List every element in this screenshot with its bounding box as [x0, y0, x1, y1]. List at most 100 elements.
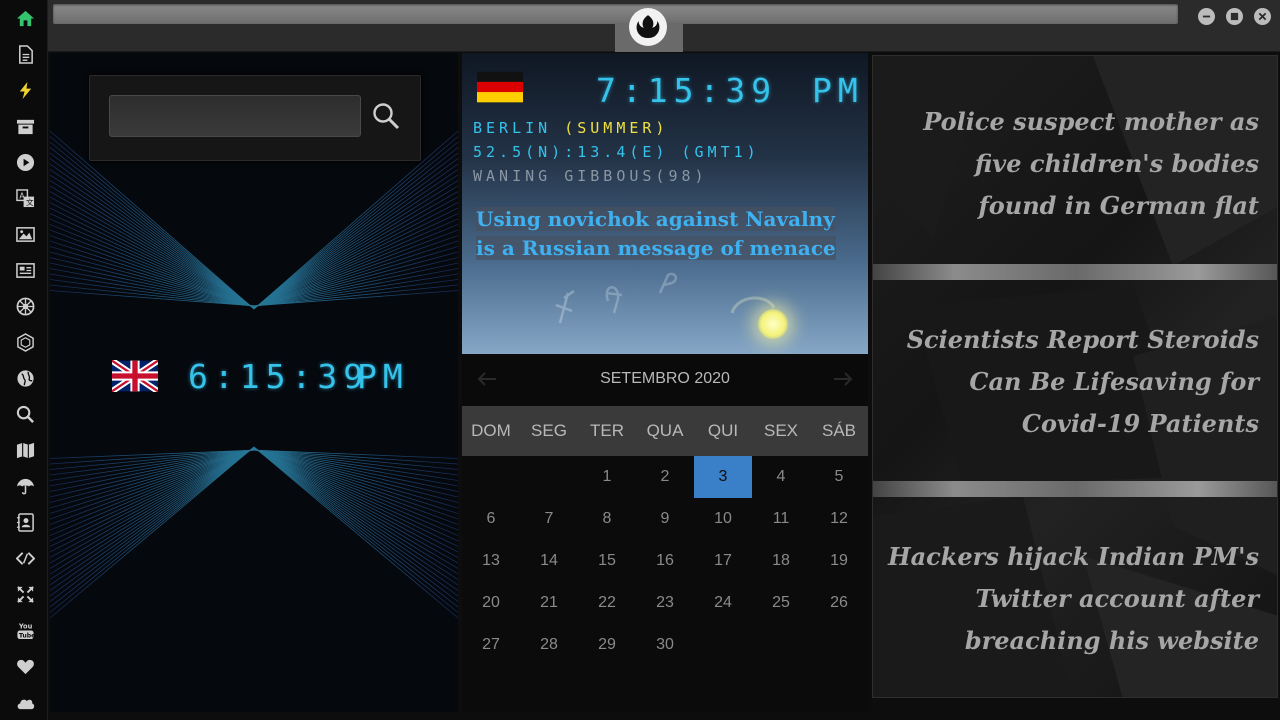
calendar-day[interactable]: 12: [810, 498, 868, 540]
heart-icon[interactable]: [12, 653, 38, 679]
app-window: A文 You Tube 6:15:39 PM 7:15:39 PM BERLIN…: [0, 0, 1280, 720]
calendar-day[interactable]: 21: [520, 582, 578, 624]
calendar-day[interactable]: 18: [752, 540, 810, 582]
weekday-label: DOM: [471, 421, 511, 440]
calendar-day[interactable]: 30: [636, 624, 694, 666]
code-icon[interactable]: [12, 545, 38, 571]
calendar-day[interactable]: 22: [578, 582, 636, 624]
calendar-day: [520, 456, 578, 498]
expand-icon[interactable]: [12, 581, 38, 607]
rebel-alliance-icon[interactable]: [629, 8, 667, 46]
home-icon[interactable]: [12, 5, 38, 31]
calendar-day[interactable]: 14: [520, 540, 578, 582]
local-clock-panel: 6:15:39 PM: [50, 53, 458, 712]
map-icon[interactable]: [12, 437, 38, 463]
svg-text:文: 文: [25, 197, 33, 207]
calendar-day[interactable]: 26: [810, 582, 868, 624]
calendar-day[interactable]: 16: [636, 540, 694, 582]
calendar-day-today[interactable]: 3: [694, 456, 752, 498]
weekday-label: QUA: [646, 421, 684, 440]
globe-icon[interactable]: [12, 365, 38, 391]
calendar-day[interactable]: 15: [578, 540, 636, 582]
calendar-day[interactable]: 11: [752, 498, 810, 540]
calendar-day: [752, 624, 810, 666]
news-headline[interactable]: Police suspect mother as five children's…: [909, 101, 1259, 227]
weekday-label: SEX: [763, 421, 799, 440]
calendar-grid: 1 2 3 4 5 6 7 8 9 10 11 12 13 14 15 16 17 18 19 20 21 22 23 24 2…: [462, 456, 868, 666]
translate-icon[interactable]: A文: [12, 185, 38, 211]
world-clock-panel: 7:15:39 PM BERLIN (SUMMER) 52.5(N):13.4(…: [462, 53, 868, 712]
calendar-day[interactable]: 10: [694, 498, 752, 540]
germany-flag-icon: [477, 71, 523, 103]
cloud-icon[interactable]: [12, 689, 38, 715]
next-month-icon[interactable]: [832, 368, 854, 390]
search-icon: [373, 103, 400, 130]
calendar-day: [462, 456, 520, 498]
local-ampm: PM: [357, 357, 409, 396]
image-icon[interactable]: [12, 221, 38, 247]
local-time: 6:15:39: [188, 357, 370, 396]
weekday-label: SEG: [531, 421, 567, 440]
archive-icon[interactable]: [12, 113, 38, 139]
calendar-day[interactable]: 24: [694, 582, 752, 624]
youtube-icon[interactable]: You Tube: [12, 617, 38, 643]
weekday-label: QUI: [707, 421, 739, 440]
news-divider: [873, 481, 1277, 497]
newspaper-icon[interactable]: [12, 257, 38, 283]
calendar-day: [810, 624, 868, 666]
moon-phase: WANING GIBBOUS(98): [473, 167, 708, 185]
calendar-month: SETEMBRO 2020: [600, 370, 730, 387]
berlin-ampm: PM: [812, 71, 864, 110]
wind-runes: [555, 272, 776, 324]
calendar-day[interactable]: 25: [752, 582, 810, 624]
umbrella-icon[interactable]: [12, 473, 38, 499]
weekday-label: TER: [590, 421, 624, 440]
calendar-day[interactable]: 8: [578, 498, 636, 540]
calendar-header: SETEMBRO 2020: [462, 354, 868, 406]
sun-icon: [758, 309, 788, 339]
calendar-day[interactable]: 1: [578, 456, 636, 498]
calendar-day[interactable]: 4: [752, 456, 810, 498]
calendar-day[interactable]: 17: [694, 540, 752, 582]
berlin-time: 7:15:39: [596, 71, 778, 110]
calendar-day[interactable]: 2: [636, 456, 694, 498]
contacts-icon[interactable]: [12, 509, 38, 535]
maximize-icon[interactable]: [1226, 8, 1243, 25]
close-icon[interactable]: [1254, 8, 1271, 25]
calendar-day[interactable]: 7: [520, 498, 578, 540]
calendar-week: 6 7 8 9 10 11 12: [462, 498, 868, 540]
calendar-day: [694, 624, 752, 666]
calendar-day[interactable]: 23: [636, 582, 694, 624]
calendar-day[interactable]: 5: [810, 456, 868, 498]
calendar-day[interactable]: 29: [578, 624, 636, 666]
city-name: BERLIN: [473, 119, 565, 137]
galactic-empire-icon[interactable]: [12, 293, 38, 319]
calendar-day[interactable]: 6: [462, 498, 520, 540]
search-button[interactable]: [371, 101, 401, 131]
address-bar[interactable]: [53, 4, 1178, 24]
news-panel: Police suspect mother as five children's…: [872, 55, 1278, 698]
calendar-day[interactable]: 27: [462, 624, 520, 666]
news-headline[interactable]: Scientists Report Steroids Can Be Lifesa…: [889, 319, 1259, 445]
search-input[interactable]: [109, 95, 361, 137]
news-headline[interactable]: Hackers hijack Indian PM's Twitter accou…: [873, 536, 1259, 662]
document-icon[interactable]: [12, 41, 38, 67]
calendar-day[interactable]: 9: [636, 498, 694, 540]
calendar-day[interactable]: 28: [520, 624, 578, 666]
calendar-day[interactable]: 19: [810, 540, 868, 582]
calendar-week: 27 28 29 30: [462, 624, 868, 666]
calendar-day[interactable]: 20: [462, 582, 520, 624]
news-divider: [873, 264, 1277, 280]
calendar-weekdays: DOM SEG TER QUA QUI SEX SÁB: [462, 406, 868, 456]
weekday-label: SÁB: [821, 421, 857, 440]
minimize-icon[interactable]: [1198, 8, 1215, 25]
coordinates: 52.5(N):13.4(E) (GMT1): [473, 143, 760, 161]
city-season: (SUMMER): [564, 119, 669, 137]
title-bar: [48, 0, 1280, 52]
lightning-icon[interactable]: [12, 77, 38, 103]
search-icon[interactable]: [12, 401, 38, 427]
calendar-day[interactable]: 13: [462, 540, 520, 582]
icon-sidebar: A文 You Tube: [0, 0, 48, 720]
play-icon[interactable]: [12, 149, 38, 175]
hexagon-icon[interactable]: [12, 329, 38, 355]
